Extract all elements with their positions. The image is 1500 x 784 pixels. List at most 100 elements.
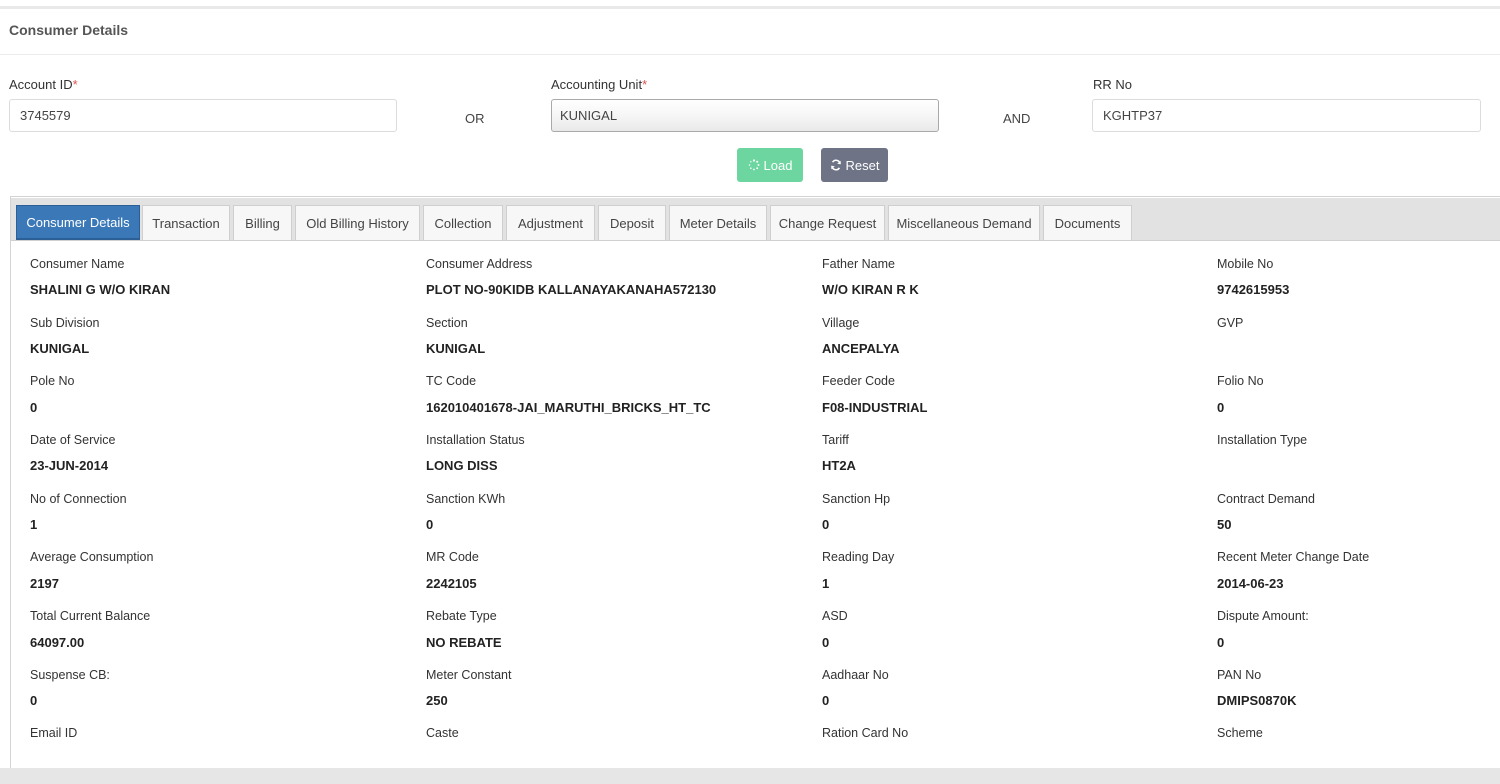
tab-meter-details[interactable]: Meter Details [669,205,767,240]
detail-label: Ration Card No [822,726,909,740]
detail-label: Folio No [1217,374,1264,388]
accounting-unit-label: Accounting Unit* [551,77,647,92]
spinner-icon [748,159,759,171]
tab-collection[interactable]: Collection [423,205,503,240]
rr-no-label: RR No [1093,77,1133,92]
detail-value: 50 [1217,517,1232,532]
detail-label: Contract Demand [1217,492,1315,506]
title-divider [0,54,1500,55]
detail-label: Aadhaar No [822,668,889,682]
tab-deposit[interactable]: Deposit [598,205,666,240]
detail-label: Installation Status [426,433,525,447]
accounting-unit-selected: KUNIGAL [560,108,618,123]
detail-value: KUNIGAL [30,341,90,356]
page-title: Consumer Details [9,22,129,38]
detail-value: 0 [822,693,830,708]
detail-value: W/O KIRAN R K [822,282,919,297]
detail-label: Pole No [30,374,75,388]
and-text: AND [1003,111,1031,126]
detail-value: 250 [426,693,448,708]
detail-value: 2197 [30,576,59,591]
or-text: OR [465,111,485,126]
detail-label: Mobile No [1217,257,1274,271]
tab-documents[interactable]: Documents [1043,205,1132,240]
required-mark: * [642,77,648,92]
detail-value: ANCEPALYA [822,341,900,356]
detail-value: HT2A [822,458,856,473]
detail-label: PAN No [1217,668,1262,682]
detail-label: Scheme [1217,726,1263,740]
detail-label: Section [426,316,468,330]
detail-label: Rebate Type [426,609,497,623]
detail-label: Caste [426,726,459,740]
detail-value: 9742615953 [1217,282,1290,297]
tab-adjustment[interactable]: Adjustment [506,205,595,240]
detail-label: Suspense CB: [30,668,110,682]
detail-label: Recent Meter Change Date [1217,550,1370,564]
detail-value: 2014-06-23 [1217,576,1284,591]
detail-label: Sanction Hp [822,492,891,506]
detail-value: F08-INDUSTRIAL [822,400,928,415]
detail-label: Email ID [30,726,78,740]
detail-value: 162010401678-JAI_MARUTHI_BRICKS_HT_TC [426,400,711,415]
detail-value: 0 [1217,400,1225,415]
required-mark: * [72,77,78,92]
account-id-label-text: Account ID [9,77,73,92]
detail-label: Date of Service [30,433,116,447]
detail-label: Consumer Address [426,257,533,271]
detail-value: 0 [822,635,830,650]
detail-value: 2242105 [426,576,477,591]
accounting-unit-label-text: Accounting Unit [551,77,643,92]
detail-label: ASD [822,609,848,623]
tab-change-request[interactable]: Change Request [770,205,885,240]
detail-label: Average Consumption [30,550,154,564]
accounting-unit-select[interactable]: KUNIGAL [551,99,939,132]
detail-label: Sanction KWh [426,492,506,506]
detail-value: 0 [1217,635,1225,650]
detail-label: Tariff [822,433,849,447]
detail-label: Meter Constant [426,668,512,682]
detail-value: SHALINI G W/O KIRAN [30,282,171,297]
tab-billing[interactable]: Billing [233,205,292,240]
account-id-input[interactable] [9,99,397,132]
detail-label: Father Name [822,257,895,271]
detail-value: 0 [30,400,38,415]
detail-value: PLOT NO-90KIDB KALLANAYAKANAHA572130 [426,282,717,297]
detail-value: 1 [822,576,830,591]
detail-label: Village [822,316,860,330]
detail-label: TC Code [426,374,477,388]
tab-old-billing-history[interactable]: Old Billing History [295,205,420,240]
tab-miscellaneous-demand[interactable]: Miscellaneous Demand [888,205,1040,240]
detail-label: GVP [1217,316,1244,330]
detail-label: MR Code [426,550,479,564]
detail-value: DMIPS0870K [1217,693,1297,708]
tab-transaction[interactable]: Transaction [142,205,230,240]
load-button-label: Load [763,157,793,173]
detail-label: Dispute Amount: [1217,609,1309,623]
detail-label: Reading Day [822,550,895,564]
detail-label: Sub Division [30,316,100,330]
detail-value: 0 [426,517,434,532]
rr-no-input[interactable] [1092,99,1481,132]
detail-value: NO REBATE [426,635,502,650]
load-button[interactable]: Load [737,148,803,182]
bottom-bar [0,768,1500,784]
detail-label: Feeder Code [822,374,895,388]
refresh-icon [830,159,841,171]
detail-value: 64097.00 [30,635,85,650]
detail-value: 0 [30,693,38,708]
detail-label: Total Current Balance [30,609,151,623]
tab-consumer-details[interactable]: Consumer Details [16,205,140,240]
account-id-label: Account ID* [9,77,78,92]
detail-value: LONG DISS [426,458,498,473]
detail-label: No of Connection [30,492,127,506]
reset-button[interactable]: Reset [821,148,888,182]
detail-label: Installation Type [1217,433,1308,447]
detail-value: 1 [30,517,38,532]
detail-value: KUNIGAL [426,341,486,356]
detail-value: 23-JUN-2014 [30,458,109,473]
reset-button-label: Reset [845,157,880,173]
detail-value: 0 [822,517,830,532]
top-divider [0,6,1500,9]
detail-label: Consumer Name [30,257,125,271]
